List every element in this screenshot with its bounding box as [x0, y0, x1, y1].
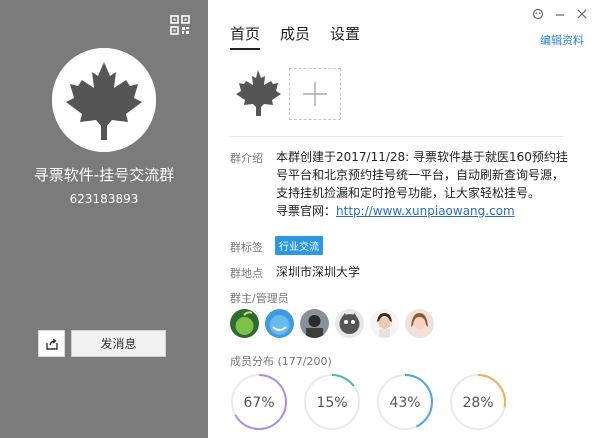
group-intro-text: 本群创建于2017/11/28: 寻票软件基于就医160预约挂号平台和北京预约挂…	[276, 150, 568, 200]
group-tag[interactable]: 行业交流	[275, 236, 323, 255]
distribution-percent: 28%	[462, 395, 493, 411]
skin-icon[interactable]	[532, 8, 544, 23]
add-photo-button[interactable]	[289, 68, 341, 120]
member-count: (177/200)	[277, 355, 332, 368]
distribution-ring[interactable]: 67%	[230, 373, 288, 431]
distribution-percent: 67%	[243, 395, 274, 411]
member-distribution-label: 成员分布 (177/200)	[230, 355, 332, 368]
group-location: 深圳市深圳大学	[276, 265, 361, 279]
site-label: 寻票官网：	[276, 204, 337, 218]
distribution-percent: 43%	[389, 395, 420, 411]
distribution-ring[interactable]: 15%	[303, 373, 361, 431]
edit-profile-link[interactable]: 编辑资料	[540, 32, 584, 48]
admin-avatar[interactable]	[370, 309, 399, 338]
plus-icon	[303, 82, 327, 106]
share-button[interactable]	[38, 330, 65, 357]
admin-avatar-list	[230, 309, 434, 338]
group-avatar[interactable]	[52, 48, 156, 152]
tab-members[interactable]: 成员	[280, 23, 310, 50]
admins-label: 群主/管理员	[230, 292, 289, 305]
minimize-icon[interactable]	[554, 8, 566, 23]
intro-label: 群介绍	[230, 152, 263, 165]
divider	[230, 136, 563, 137]
distribution-ring[interactable]: 28%	[449, 373, 507, 431]
album-photo-thumbnail[interactable]	[231, 68, 286, 120]
group-intro: 本群创建于2017/11/28: 寻票软件基于就医160预约挂号平台和北京预约挂…	[276, 148, 568, 220]
close-icon[interactable]	[576, 8, 588, 23]
admin-avatar[interactable]	[405, 309, 434, 338]
tab-settings[interactable]: 设置	[330, 23, 360, 50]
admin-avatar[interactable]	[265, 309, 294, 338]
admin-avatar[interactable]	[300, 309, 329, 338]
qr-code-icon[interactable]	[170, 15, 190, 35]
group-card-left-panel: 寻票软件-挂号交流群 623183893 发消息	[0, 0, 208, 438]
admin-avatar[interactable]	[335, 309, 364, 338]
website-link[interactable]: http://www.xunpiaowang.com	[336, 204, 515, 218]
tab-home[interactable]: 首页	[230, 23, 261, 50]
group-name: 寻票软件-挂号交流群	[33, 166, 175, 184]
group-number: 623183893	[69, 192, 139, 206]
distribution-percent: 15%	[316, 395, 347, 411]
location-label: 群地点	[230, 267, 263, 280]
distribution-ring[interactable]: 43%	[376, 373, 434, 431]
tag-label: 群标签	[230, 241, 263, 254]
group-card-right-panel: 首页 成员 设置 编辑资料 群介绍 本群创建于2017/11/28: 寻票软件基…	[208, 0, 600, 438]
admin-avatar[interactable]	[230, 309, 259, 338]
share-icon	[45, 337, 58, 350]
tab-bar: 首页 成员 设置	[230, 23, 360, 50]
send-message-button[interactable]: 发消息	[71, 330, 166, 357]
